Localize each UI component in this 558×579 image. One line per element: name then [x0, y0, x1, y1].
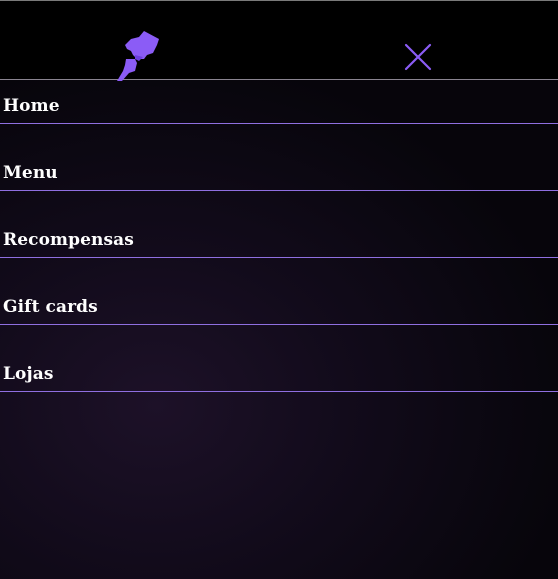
logo-link[interactable] [113, 31, 161, 81]
nav-item-menu[interactable]: Menu [0, 124, 558, 191]
mobile-menu-panel: Home Menu Recompensas Gift cards Lojas [0, 0, 558, 579]
nav-item-recompensas[interactable]: Recompensas [0, 191, 558, 258]
nav-item-label: Menu [3, 163, 58, 183]
pen-nib-logo-icon [117, 31, 159, 81]
nav-item-label: Gift cards [3, 297, 98, 317]
nav-item-label: Recompensas [3, 230, 134, 250]
nav-item-label: Lojas [3, 364, 54, 384]
nav-item-gift-cards[interactable]: Gift cards [0, 258, 558, 325]
nav-item-home[interactable]: Home [0, 81, 558, 124]
menu-header [0, 1, 558, 81]
main-navigation: Home Menu Recompensas Gift cards Lojas [0, 81, 558, 392]
nav-item-lojas[interactable]: Lojas [0, 325, 558, 392]
nav-item-label: Home [3, 96, 60, 116]
close-icon [404, 43, 432, 71]
close-menu-button[interactable] [402, 41, 434, 73]
